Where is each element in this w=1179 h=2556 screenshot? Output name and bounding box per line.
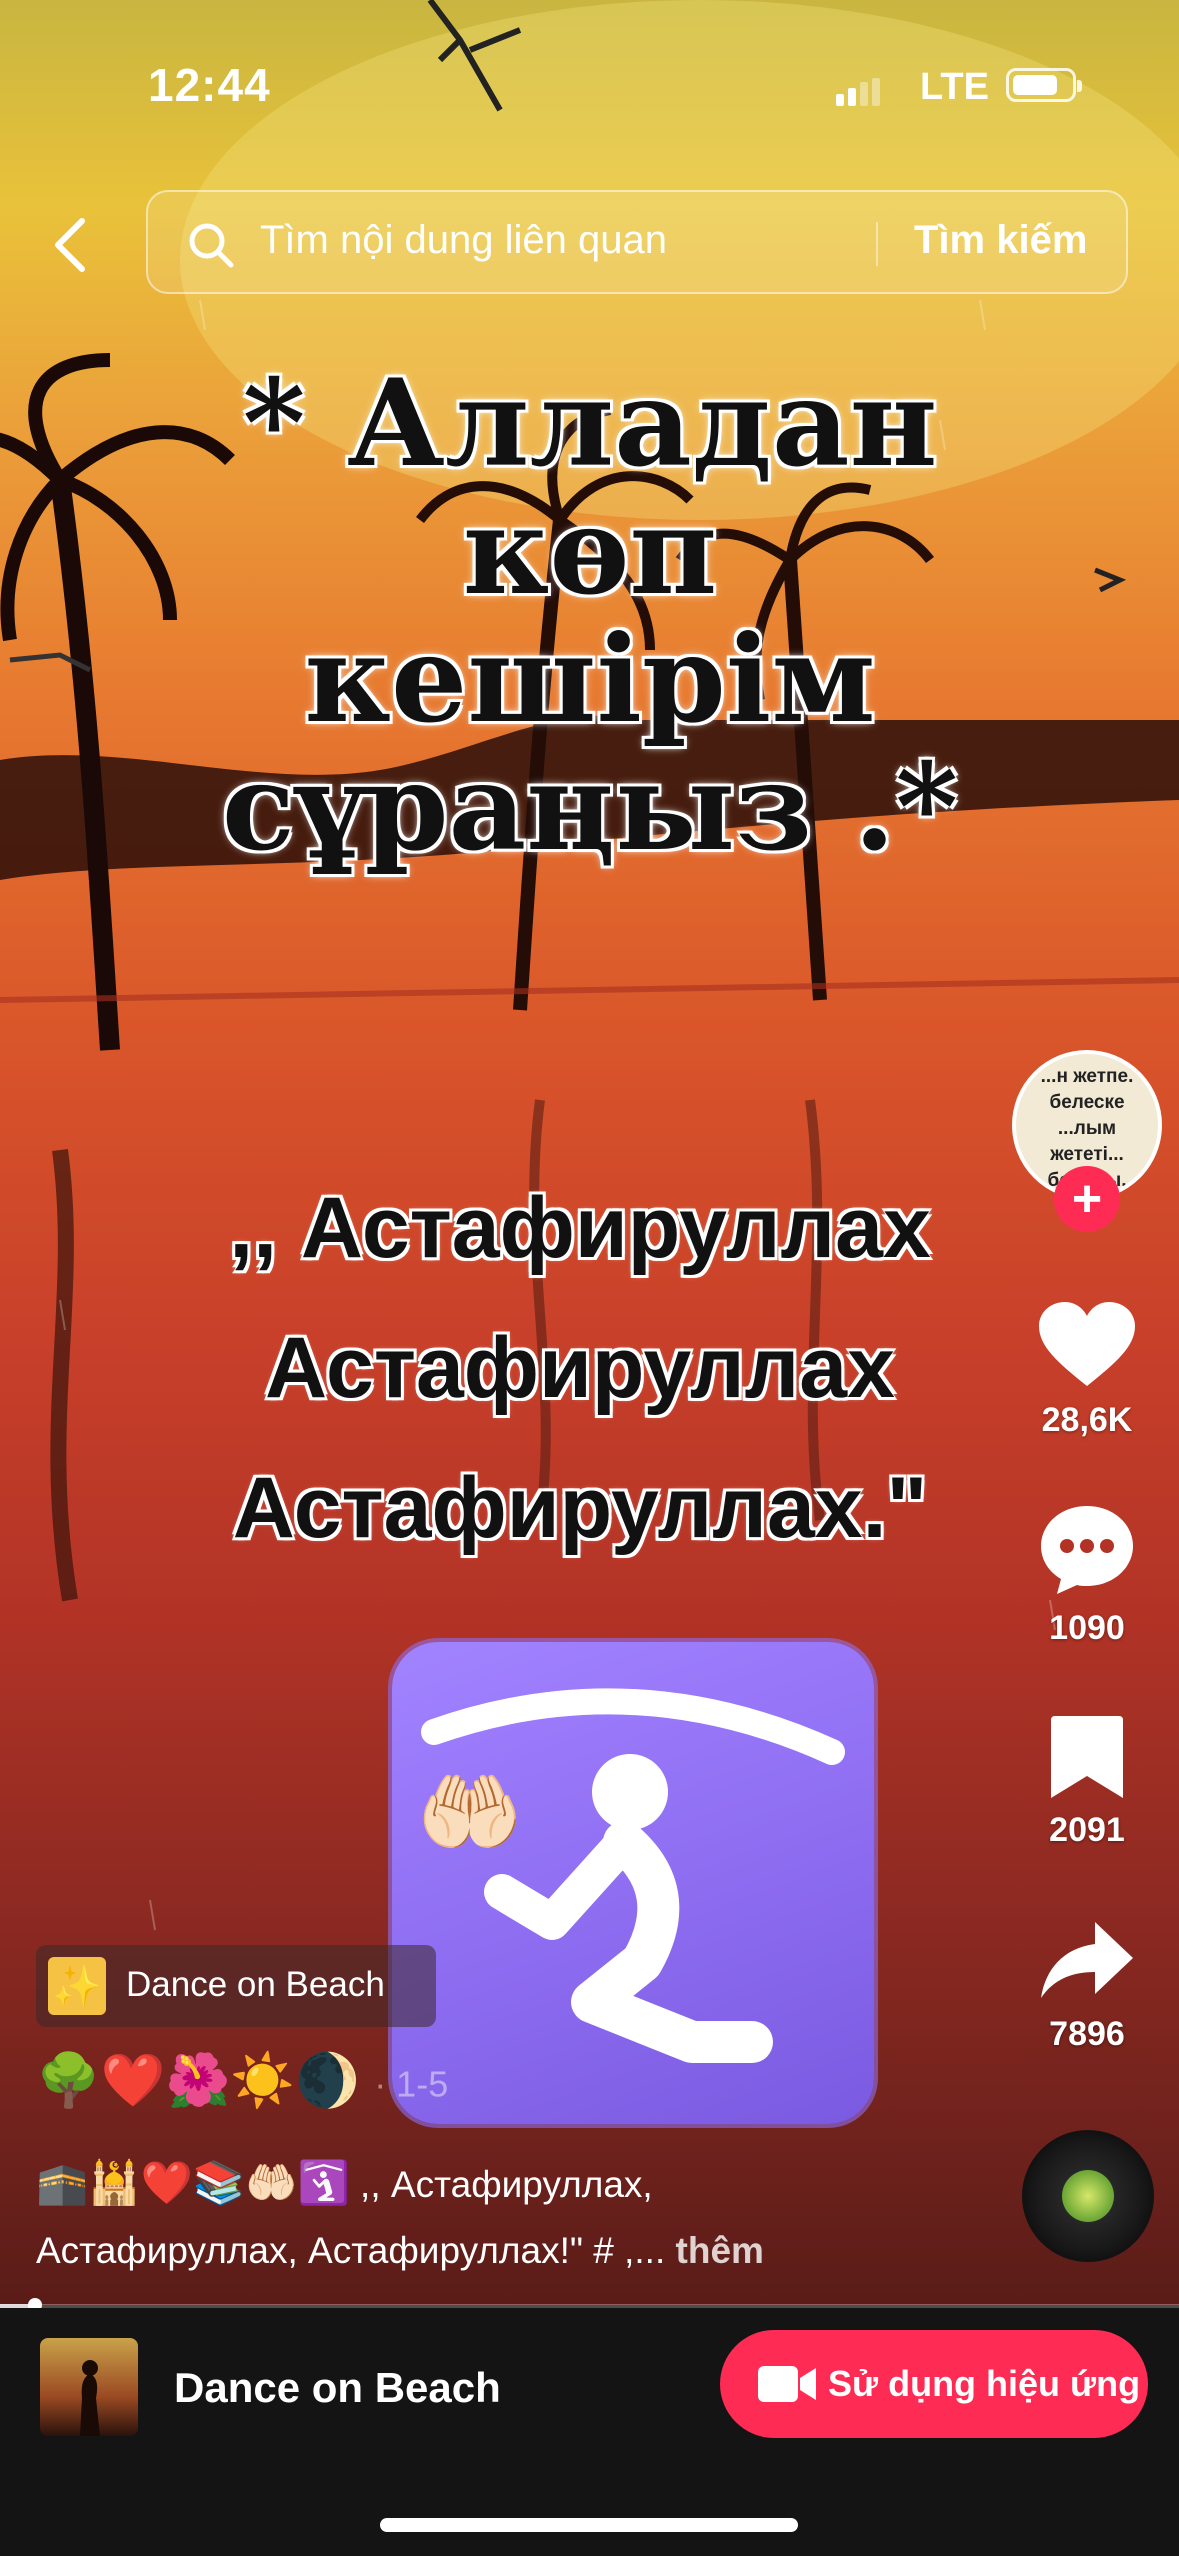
heart-icon (1039, 1302, 1135, 1386)
emoji-range: · 1-5 (374, 2063, 449, 2105)
heading-line: көп (462, 481, 718, 622)
subtext-line: Астафируллах (265, 1320, 895, 1416)
effect-name: Dance on Beach (126, 1965, 385, 2004)
music-disc-button[interactable] (1022, 2130, 1154, 2262)
caption-text-line1: ,, Астафируллах, (349, 2164, 653, 2205)
emoji-sequence: 🌳❤️🌺☀️🌒 (36, 2052, 360, 2110)
save-count: 2091 (1049, 1811, 1125, 1849)
like-count: 28,6K (1041, 1401, 1133, 1439)
effect-bottom-bar: Dance on Beach Sử dụng hiệu ứng (0, 2308, 1179, 2556)
chevron-left-icon (55, 218, 85, 272)
bookmark-icon (1051, 1716, 1123, 1798)
use-effect-label: Sử dụng hiệu ứng (828, 2363, 1141, 2404)
status-bar: 12:44 LTE (0, 0, 1179, 170)
heading-line: кешірім (304, 609, 876, 750)
search-divider (876, 222, 878, 266)
home-indicator[interactable] (380, 2518, 798, 2532)
search-bar[interactable]: Tìm nội dung liên quan Tìm kiếm (146, 190, 1128, 294)
search-button[interactable]: Tìm kiếm (914, 218, 1087, 263)
share-button[interactable]: 7896 (1012, 1918, 1162, 2054)
follow-button[interactable]: + (1054, 1166, 1120, 1232)
search-icon (189, 223, 234, 268)
emoji-row: 🌳❤️🌺☀️🌒 · 1-5 (36, 2046, 448, 2119)
sparkle-effect-icon: ✨ (48, 1957, 106, 2015)
music-disc-icon (1062, 2170, 1114, 2222)
effect-title[interactable]: Dance on Beach (174, 2364, 501, 2412)
praying-hands-emoji: 🤲🏻 (416, 1765, 524, 1861)
caption-more-link[interactable]: thêm (676, 2230, 764, 2271)
heading-line: * Алладан (242, 353, 938, 494)
subtext-line: Астафируллах." (232, 1460, 928, 1556)
subtext-line: ,, Астафируллах (229, 1180, 931, 1276)
video-caption[interactable]: 🕋🕌❤️📚🤲🏻🛐 ,, Астафируллах, Астафируллах, … (36, 2150, 896, 2284)
effect-thumbnail[interactable] (40, 2338, 138, 2436)
tiktok-video-screen: 12:44 LTE Tìm nội dung liên quan Tìm kiế… (0, 0, 1179, 2556)
comment-button[interactable]: 1090 (1012, 1502, 1162, 1648)
heading-line: сұраңыз .* (221, 737, 959, 878)
comment-count: 1090 (1049, 1609, 1125, 1647)
battery-icon (1006, 68, 1082, 102)
caption-emojis: 🕋🕌❤️📚🤲🏻🛐 (36, 2159, 350, 2206)
comment-bubble-icon (1041, 1506, 1133, 1594)
caption-text-line2: Астафируллах, Астафируллах!" # ,... (36, 2230, 666, 2271)
effect-tag[interactable]: ✨ Dance on Beach (36, 1945, 436, 2027)
share-arrow-icon (1041, 1922, 1133, 1998)
back-button[interactable] (40, 205, 100, 285)
use-effect-button[interactable]: Sử dụng hiệu ứng (720, 2330, 1148, 2438)
video-camera-icon (758, 2366, 816, 2402)
status-time: 12:44 (148, 59, 271, 111)
network-type: LTE (920, 66, 989, 108)
cellular-signal-icon (836, 78, 880, 106)
video-heading-text: * Алладан көп кешірім сұраңыз .* (160, 360, 1020, 872)
search-input[interactable]: Tìm nội dung liên quan (260, 218, 667, 263)
like-button[interactable]: 28,6K (1012, 1300, 1162, 1440)
share-count: 7896 (1049, 2015, 1125, 2053)
video-subtext: ,, Астафируллах Астафируллах Астафирулла… (150, 1158, 1010, 1578)
save-button[interactable]: 2091 (1012, 1714, 1162, 1850)
place-of-worship-icon (392, 1642, 874, 2124)
